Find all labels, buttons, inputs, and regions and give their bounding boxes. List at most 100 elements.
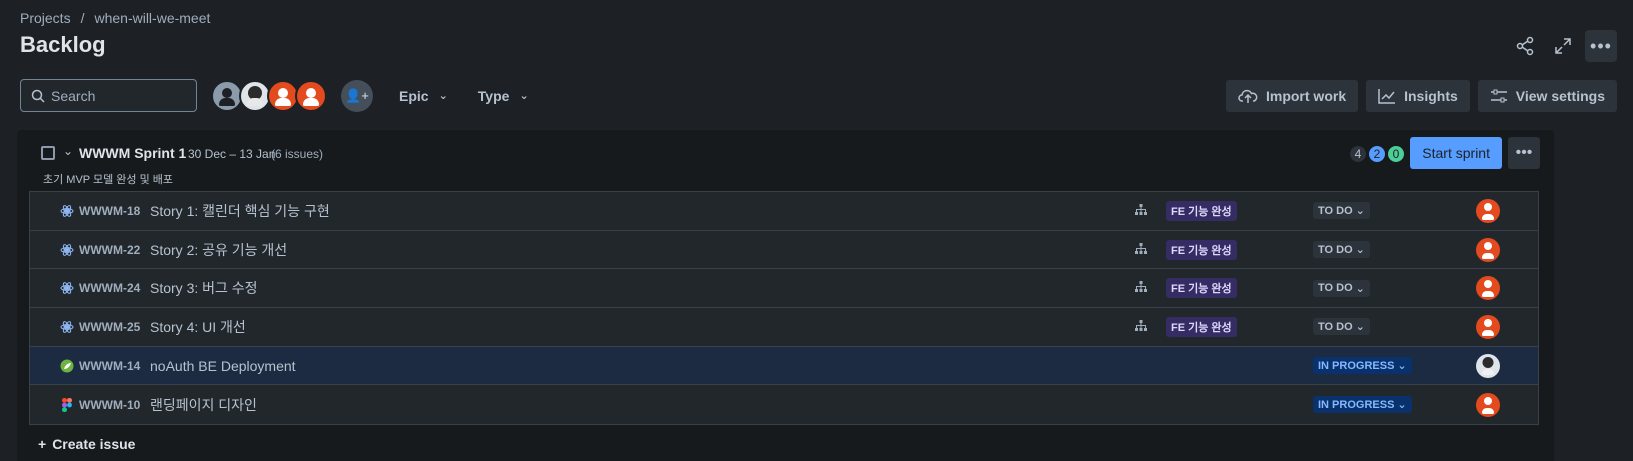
status-dropdown[interactable]: IN PROGRESS ⌄ (1313, 396, 1412, 414)
chevron-down-icon: ⌄ (1355, 205, 1365, 218)
sprint-issue-count: (6 issues) (271, 147, 324, 161)
page-title: Backlog (20, 32, 106, 57)
breadcrumb-separator: / (80, 10, 85, 26)
issue-key[interactable]: WWWM-25 (79, 320, 140, 334)
type-filter-label: Type (477, 87, 510, 104)
chevron-down-icon: ⌄ (1355, 282, 1365, 295)
search-input[interactable] (51, 87, 191, 104)
issue-key[interactable]: WWWM-24 (79, 281, 140, 295)
issue-summary[interactable]: noAuth BE Deployment (150, 358, 296, 374)
assignee-avatar[interactable] (1476, 353, 1500, 378)
avatar[interactable] (295, 79, 327, 112)
breadcrumb-projects[interactable]: Projects (20, 10, 71, 26)
issue-row[interactable]: WWWM-25 Story 4: UI 개선 FE 기능 완성 TO DO ⌄ (30, 308, 1538, 347)
issue-summary[interactable]: Story 3: 버그 수정 (150, 278, 258, 298)
issue-row[interactable]: WWWM-14 noAuth BE Deployment IN PROGRESS… (30, 346, 1538, 386)
child-issues-icon[interactable] (1135, 280, 1147, 296)
breadcrumb: Projects / when-will-we-meet (20, 10, 210, 26)
sliders-icon (1490, 89, 1507, 102)
type-filter[interactable]: Type ⌄ (472, 80, 535, 112)
status-label: TO DO (1318, 320, 1353, 333)
chart-icon (1378, 88, 1396, 104)
assignee-avatar[interactable] (1476, 392, 1500, 417)
top-actions: ••• (1509, 30, 1617, 62)
issue-key[interactable]: WWWM-18 (79, 204, 140, 218)
chevron-down-icon: ⌄ (1355, 244, 1365, 257)
issue-summary[interactable]: Story 4: UI 개선 (150, 317, 246, 337)
fullscreen-button[interactable] (1547, 30, 1579, 62)
child-issues-icon[interactable] (1135, 242, 1147, 258)
avatar-group (211, 79, 327, 112)
figma-icon (60, 397, 74, 412)
status-label: TO DO (1318, 243, 1353, 256)
in-progress-count-badge: 2 (1369, 146, 1385, 162)
share-button[interactable] (1509, 30, 1541, 62)
issue-key[interactable]: WWWM-22 (79, 243, 140, 257)
issue-summary[interactable]: Story 1: 캘린더 핵심 기능 구현 (150, 201, 330, 221)
status-dropdown[interactable]: IN PROGRESS ⌄ (1313, 357, 1412, 375)
start-sprint-button[interactable]: Start sprint (1410, 137, 1502, 169)
assignee-avatar[interactable] (1476, 314, 1500, 339)
assignee-avatar[interactable] (1476, 276, 1500, 301)
epic-lozenge[interactable]: FE 기능 완성 (1166, 316, 1237, 337)
status-label: IN PROGRESS (1318, 398, 1395, 411)
sprint-goal: 초기 MVP 모델 완성 및 배포 (43, 174, 173, 186)
sprint-name[interactable]: WWWM Sprint 1 (79, 145, 186, 161)
plus-icon: + (38, 436, 47, 452)
status-label: IN PROGRESS (1318, 359, 1395, 372)
view-settings-button[interactable]: View settings (1477, 79, 1617, 112)
sprint-checkbox[interactable] (41, 146, 55, 160)
chevron-down-icon: ⌄ (1355, 321, 1365, 334)
issue-row[interactable]: WWWM-10 랜딩페이지 디자인 IN PROGRESS ⌄ (30, 385, 1538, 425)
issue-row[interactable]: WWWM-18 Story 1: 캘린더 핵심 기능 구현 FE 기능 완성 T… (30, 192, 1538, 231)
more-icon: ••• (1515, 144, 1533, 161)
child-issues-icon[interactable] (1135, 319, 1147, 335)
create-issue-label: Create issue (52, 436, 136, 452)
status-dropdown[interactable]: TO DO ⌄ (1313, 241, 1370, 259)
status-dropdown[interactable]: TO DO ⌄ (1313, 279, 1370, 297)
status-label: TO DO (1318, 204, 1353, 217)
epic-lozenge[interactable]: FE 기능 완성 (1166, 278, 1237, 299)
chevron-down-icon: ⌄ (519, 90, 529, 102)
issue-row[interactable]: WWWM-24 Story 3: 버그 수정 FE 기능 완성 TO DO ⌄ (30, 269, 1538, 309)
sprint-more-button[interactable]: ••• (1508, 137, 1540, 169)
view-settings-label: View settings (1515, 87, 1605, 104)
epic-filter-label: Epic (399, 87, 429, 104)
cloud-upload-icon (1238, 89, 1258, 103)
toolbar: 👤+ Epic ⌄ Type ⌄ Import work Insights Vi… (20, 79, 1617, 112)
epic-filter[interactable]: Epic ⌄ (393, 80, 454, 112)
status-label: TO DO (1318, 282, 1353, 295)
expand-icon (1555, 38, 1571, 54)
child-issues-icon[interactable] (1135, 203, 1147, 219)
epic-lozenge[interactable]: FE 기능 완성 (1166, 200, 1237, 221)
status-dropdown[interactable]: TO DO ⌄ (1313, 202, 1370, 220)
add-person-icon: 👤+ (345, 87, 369, 103)
sprint-container: ⌄ WWWM Sprint 1 30 Dec – 13 Jan (6 issue… (17, 130, 1554, 461)
issue-summary[interactable]: 랜딩페이지 디자인 (150, 395, 257, 415)
search-icon (31, 89, 45, 103)
right-tools: Import work Insights View settings (1225, 79, 1617, 112)
create-issue-button[interactable]: + Create issue (38, 436, 135, 452)
assignee-avatar[interactable] (1476, 237, 1500, 262)
insights-button[interactable]: Insights (1366, 79, 1470, 112)
assignee-avatar[interactable] (1476, 198, 1500, 223)
chevron-down-icon[interactable]: ⌄ (63, 144, 73, 158)
more-actions-button[interactable]: ••• (1585, 30, 1617, 62)
subtask-icon (60, 281, 74, 295)
issue-row[interactable]: WWWM-22 Story 2: 공유 기능 개선 FE 기능 완성 TO DO… (30, 230, 1538, 270)
issue-key[interactable]: WWWM-14 (79, 359, 140, 373)
issue-summary[interactable]: Story 2: 공유 기능 개선 (150, 240, 287, 260)
breadcrumb-project[interactable]: when-will-we-meet (94, 10, 210, 26)
spring-leaf-icon (60, 359, 74, 373)
done-count-badge: 0 (1388, 146, 1404, 162)
subtask-icon (60, 243, 74, 257)
add-people-button[interactable]: 👤+ (341, 79, 373, 112)
status-dropdown[interactable]: TO DO ⌄ (1313, 318, 1370, 336)
issue-list: WWWM-18 Story 1: 캘린더 핵심 기능 구현 FE 기능 완성 T… (29, 191, 1539, 426)
import-work-label: Import work (1265, 87, 1347, 104)
epic-lozenge[interactable]: FE 기능 완성 (1166, 239, 1237, 260)
issue-key[interactable]: WWWM-10 (79, 398, 140, 412)
import-work-button[interactable]: Import work (1225, 79, 1359, 112)
share-icon (1516, 36, 1534, 56)
search-box[interactable] (20, 79, 197, 112)
